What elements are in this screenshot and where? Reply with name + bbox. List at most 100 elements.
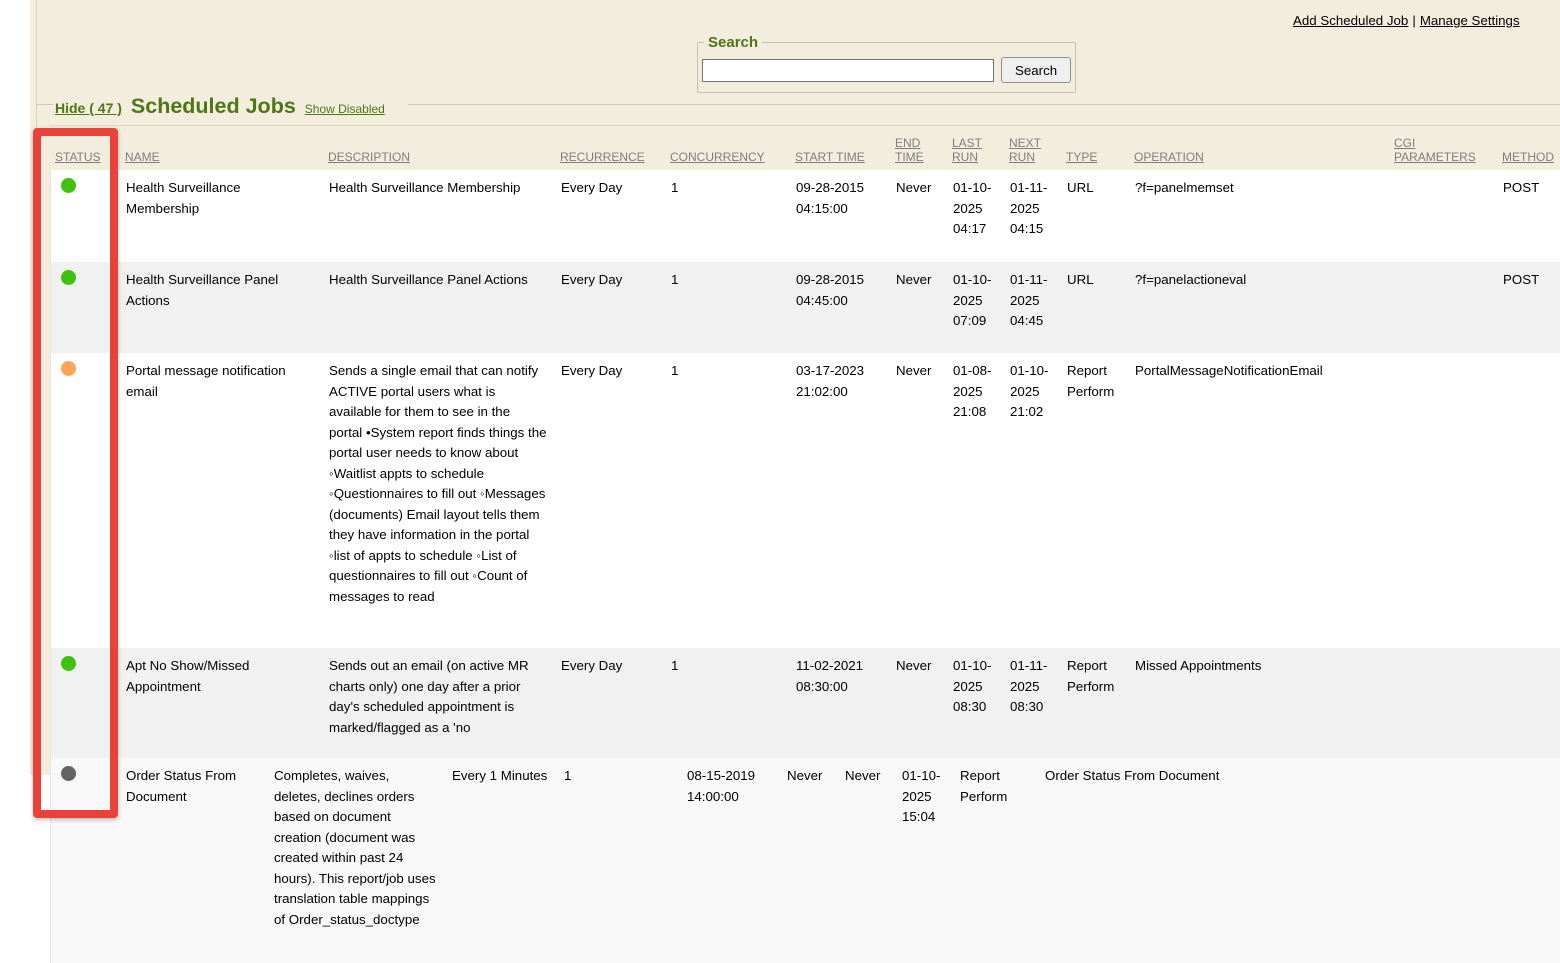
cell-end: Never [891, 353, 948, 648]
section-heading: Hide ( 47 ) Scheduled Jobs Show Disabled [55, 94, 385, 119]
cell-start: 09-28-2015 04:45:00 [791, 262, 891, 353]
cell-type: Report Perform [955, 758, 1040, 943]
cell-filler [51, 943, 121, 963]
cell-last: 01-08-2025 21:08 [948, 353, 1005, 648]
cell-start: 09-28-2015 04:15:00 [791, 170, 891, 262]
column-header-start-time[interactable]: START TIME [790, 150, 890, 170]
table-row: Apt No Show/Missed AppointmentSends out … [51, 648, 1560, 758]
status-dot[interactable] [61, 656, 76, 671]
cell-end: Never [891, 170, 948, 262]
cell-next: 01-11-2025 04:15 [1005, 170, 1062, 262]
cell-status [51, 262, 121, 353]
cell-desc: Sends a single email that can notify ACT… [324, 353, 556, 648]
scheduled-jobs-table: Health Surveillance MembershipHealth Sur… [50, 170, 1560, 963]
status-dot[interactable] [61, 361, 76, 376]
column-header-cgi-parameters[interactable]: CGI PARAMETERS [1389, 136, 1497, 170]
column-header-concurrency[interactable]: CONCURRENCY [665, 150, 790, 170]
top-links: Add Scheduled Job|Manage Settings [1293, 13, 1520, 28]
cell-last: 01-10-2025 04:17 [948, 170, 1005, 262]
content-left-border [36, 0, 37, 775]
cell-concurrency: 1 [559, 758, 682, 943]
cell-next: 01-10-2025 21:02 [1005, 353, 1062, 648]
cell-operation: ?f=panelmemset [1130, 170, 1390, 262]
search-input[interactable] [702, 59, 994, 82]
column-header-recurrence[interactable]: RECURRENCE [555, 150, 665, 170]
column-header-method[interactable]: METHOD [1497, 150, 1560, 170]
cell-desc: Sends out an email (on active MR charts … [324, 648, 556, 758]
hide-count-link[interactable]: Hide ( 47 ) [55, 100, 122, 116]
cell-start: 08-15-2019 14:00:00 [682, 758, 782, 943]
cell-operation: Order Status From Document [1040, 758, 1560, 943]
cell-end: Never [891, 648, 948, 758]
cell-name: Apt No Show/Missed Appointment [121, 648, 324, 758]
cell-concurrency: 1 [666, 262, 791, 353]
cell-method: POST [1498, 262, 1560, 353]
top-links-separator: | [1408, 13, 1419, 28]
column-header-status[interactable]: STATUS [50, 150, 120, 170]
status-dot[interactable] [61, 270, 76, 285]
show-disabled-link[interactable]: Show Disabled [305, 102, 385, 116]
table-row: Health Surveillance MembershipHealth Sur… [51, 170, 1560, 262]
section-border-left-segment [36, 104, 53, 105]
add-scheduled-job-link[interactable]: Add Scheduled Job [1293, 13, 1408, 28]
manage-settings-link[interactable]: Manage Settings [1420, 13, 1520, 28]
cell-method: POST [1498, 170, 1560, 262]
cell-recurrence: Every Day [556, 353, 666, 648]
status-dot[interactable] [61, 766, 76, 781]
cell-next: 01-11-2025 08:30 [1005, 648, 1062, 758]
column-header-name[interactable]: NAME [120, 150, 323, 170]
column-header-end-time[interactable]: END TIME [890, 136, 947, 170]
cell-concurrency: 1 [666, 170, 791, 262]
cell-status [51, 170, 121, 262]
cell-status [51, 758, 121, 943]
cell-cgi [1390, 170, 1498, 262]
cell-type: URL [1062, 262, 1130, 353]
table-row: Order Status From DocumentCompletes, wai… [51, 758, 1560, 963]
cell-last: 01-10-2025 08:30 [948, 648, 1005, 758]
column-header-operation[interactable]: OPERATION [1129, 150, 1389, 170]
search-button[interactable]: Search [1001, 57, 1071, 83]
cell-status [51, 353, 121, 648]
cell-next: 01-10-2025 15:04 [897, 758, 955, 943]
cell-cgi [1390, 648, 1498, 758]
table-row: Portal message notification emailSends a… [51, 353, 1560, 648]
page-title: Scheduled Jobs [131, 94, 296, 119]
cell-last: 01-10-2025 07:09 [948, 262, 1005, 353]
cell-status [51, 648, 121, 758]
cell-recurrence: Every Day [556, 170, 666, 262]
cell-recurrence: Every Day [556, 262, 666, 353]
cell-desc: Completes, waives, deletes, declines ord… [269, 758, 447, 943]
cell-desc: Health Surveillance Membership [324, 170, 556, 262]
cell-name: Order Status From Document [121, 758, 269, 943]
cell-desc: Health Surveillance Panel Actions [324, 262, 556, 353]
cell-method [1498, 648, 1560, 758]
cell-next: 01-11-2025 04:45 [1005, 262, 1062, 353]
cell-operation: ?f=panelactioneval [1130, 262, 1390, 353]
cell-last: Never [840, 758, 897, 943]
cell-start: 03-17-2023 21:02:00 [791, 353, 891, 648]
column-header-last-run[interactable]: LAST RUN [947, 136, 1004, 170]
cell-method [1498, 353, 1560, 648]
table-header-row: STATUSNAMEDESCRIPTIONRECURRENCECONCURREN… [50, 125, 1560, 170]
cell-recurrence: Every Day [556, 648, 666, 758]
search-legend: Search [704, 34, 762, 51]
cell-name: Health Surveillance Membership [121, 170, 324, 262]
cell-start: 11-02-2021 08:30:00 [791, 648, 891, 758]
status-dot[interactable] [61, 178, 76, 193]
table-row: Health Surveillance Panel ActionsHealth … [51, 262, 1560, 353]
section-border-line [408, 104, 1560, 105]
cell-name: Health Surveillance Panel Actions [121, 262, 324, 353]
search-fieldset: Search Search [697, 34, 1076, 93]
cell-end: Never [891, 262, 948, 353]
cell-name: Portal message notification email [121, 353, 324, 648]
cell-type: Report Perform [1062, 353, 1130, 648]
cell-operation: PortalMessageNotificationEmail [1130, 353, 1390, 648]
cell-operation: Missed Appointments [1130, 648, 1390, 758]
column-header-type[interactable]: TYPE [1061, 150, 1129, 170]
column-header-next-run[interactable]: NEXT RUN [1004, 136, 1061, 170]
cell-type: URL [1062, 170, 1130, 262]
cell-type: Report Perform [1062, 648, 1130, 758]
cell-cgi [1390, 353, 1498, 648]
column-header-description[interactable]: DESCRIPTION [323, 150, 555, 170]
cell-end: Never [782, 758, 840, 943]
